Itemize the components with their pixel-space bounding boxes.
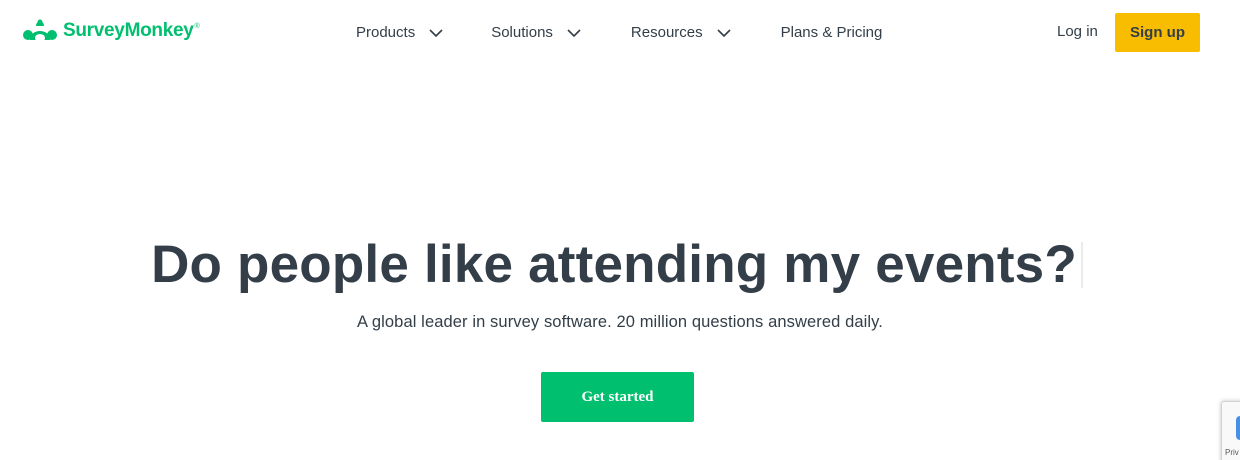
site-header: SurveyMonkey ® Products Solutions Resour…: [0, 0, 1240, 66]
nav-solutions-label: Solutions: [491, 23, 553, 41]
signup-button[interactable]: Sign up: [1115, 13, 1200, 52]
nav-products[interactable]: Products: [356, 24, 443, 41]
nav-resources-label: Resources: [630, 23, 703, 41]
chevron-down-icon: [567, 24, 581, 41]
recaptcha-privacy-text: Priv: [1225, 448, 1239, 457]
typing-caret: [1080, 242, 1083, 288]
signup-button-label: Sign up: [1130, 24, 1185, 41]
get-started-button[interactable]: Get started: [541, 372, 694, 422]
logo-text: SurveyMonkey: [63, 20, 194, 41]
registered-mark: ®: [194, 23, 200, 30]
surveymonkey-logo-icon: [23, 19, 57, 42]
login-link[interactable]: Log in: [1057, 23, 1098, 40]
main-nav: Products Solutions Resources Plans & Pri…: [356, 22, 882, 42]
nav-plans-pricing-label: Plans & Pricing: [780, 23, 883, 41]
recaptcha-icon: [1236, 416, 1240, 440]
hero-headline-text: Do people like attending my events?: [151, 235, 1077, 294]
chevron-down-icon: [717, 24, 731, 41]
nav-plans-pricing[interactable]: Plans & Pricing: [781, 24, 883, 41]
hero-subheadline: A global leader in survey software. 20 m…: [356, 313, 883, 331]
nav-resources[interactable]: Resources: [631, 24, 731, 41]
page: SurveyMonkey ® Products Solutions Resour…: [0, 0, 1240, 460]
nav-solutions[interactable]: Solutions: [491, 24, 581, 41]
recaptcha-badge[interactable]: Priv: [1221, 401, 1240, 460]
chevron-down-icon: [429, 24, 443, 41]
hero-headline: Do people like attending my events?: [151, 232, 1083, 298]
nav-products-label: Products: [356, 23, 416, 41]
logo-link[interactable]: SurveyMonkey ®: [22, 18, 200, 44]
headline-wrapper: Do people like attending my events?: [0, 232, 1240, 298]
get-started-label: Get started: [581, 388, 654, 405]
